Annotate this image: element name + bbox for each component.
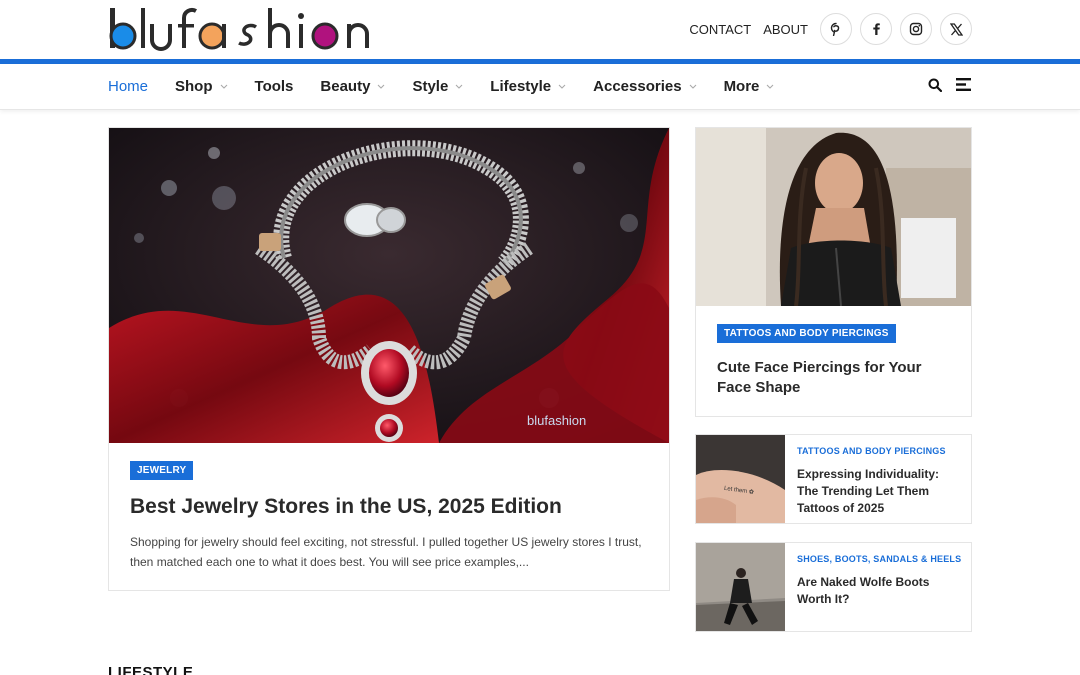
category-badge[interactable]: JEWELRY [130, 461, 194, 480]
list-item[interactable]: Let them ✿ TATTOOS AND BODY PIERCINGS Ex… [695, 434, 972, 524]
contact-link[interactable]: CONTACT [689, 22, 751, 37]
list-item-thumbnail[interactable] [696, 543, 785, 631]
nav-label: Tools [254, 78, 294, 95]
nav-item-lifestyle[interactable]: Lifestyle [490, 78, 566, 95]
nav-label: Beauty [320, 78, 371, 95]
main-nav: Home Shop Tools Beauty Style Lifestyle A… [0, 64, 1080, 110]
nav-item-beauty[interactable]: Beauty [320, 78, 385, 95]
image-watermark: blufashion [527, 413, 586, 428]
featured-article-card[interactable]: blufashion JEWELRY Best Jewelry Stores i… [108, 127, 670, 591]
chevron-down-icon [378, 84, 385, 89]
nav-label: Style [412, 78, 449, 95]
nav-label: Shop [175, 78, 213, 95]
x-icon[interactable] [940, 13, 972, 45]
nav-item-shop[interactable]: Shop [175, 78, 228, 95]
list-item-category[interactable]: SHOES, BOOTS, SANDALS & HEELS [797, 554, 961, 564]
list-item-title[interactable]: Are Naked Wolfe Boots Worth It? [797, 574, 962, 608]
chevron-down-icon [220, 84, 227, 89]
pinterest-icon[interactable] [820, 13, 852, 45]
list-item-title[interactable]: Expressing Individuality: The Trending L… [797, 466, 962, 517]
nav-item-home[interactable]: Home [108, 78, 148, 95]
chevron-down-icon [767, 84, 774, 89]
site-logo[interactable] [108, 6, 383, 52]
logo-mark [109, 7, 369, 51]
featured-article-image[interactable]: blufashion [109, 128, 669, 443]
featured-article-excerpt: Shopping for jewelry should feel excitin… [130, 535, 642, 569]
nav-item-more[interactable]: More [724, 78, 775, 95]
category-badge[interactable]: TATTOOS AND BODY PIERCINGS [717, 324, 896, 343]
side-article-title[interactable]: Cute Face Piercings for Your Face Shape [717, 358, 957, 398]
nav-item-style[interactable]: Style [412, 78, 463, 95]
featured-article-title[interactable]: Best Jewelry Stores in the US, 2025 Edit… [130, 495, 650, 519]
chevron-down-icon [455, 84, 463, 89]
instagram-icon[interactable] [900, 13, 932, 45]
nav-label: More [723, 78, 760, 95]
chevron-down-icon [689, 84, 696, 89]
search-icon[interactable] [928, 78, 943, 97]
chevron-down-icon [558, 84, 566, 89]
nav-item-tools[interactable]: Tools [255, 78, 294, 95]
list-item-thumbnail[interactable]: Let them ✿ [696, 435, 785, 523]
nav-label: Accessories [593, 78, 682, 95]
site-header: CONTACT ABOUT [0, 0, 1080, 60]
list-item-category[interactable]: TATTOOS AND BODY PIERCINGS [797, 446, 946, 456]
facebook-icon[interactable] [860, 13, 892, 45]
about-link[interactable]: ABOUT [763, 22, 808, 37]
list-item[interactable]: SHOES, BOOTS, SANDALS & HEELS Are Naked … [695, 542, 972, 632]
section-heading-lifestyle: LIFESTYLE [108, 664, 194, 675]
menu-icon[interactable] [956, 77, 972, 97]
nav-item-accessories[interactable]: Accessories [593, 78, 696, 95]
side-article-card[interactable]: TATTOOS AND BODY PIERCINGS Cute Face Pie… [695, 127, 972, 417]
nav-label: Lifestyle [490, 78, 552, 95]
side-article-image[interactable] [696, 128, 971, 306]
nav-label: Home [108, 78, 149, 95]
